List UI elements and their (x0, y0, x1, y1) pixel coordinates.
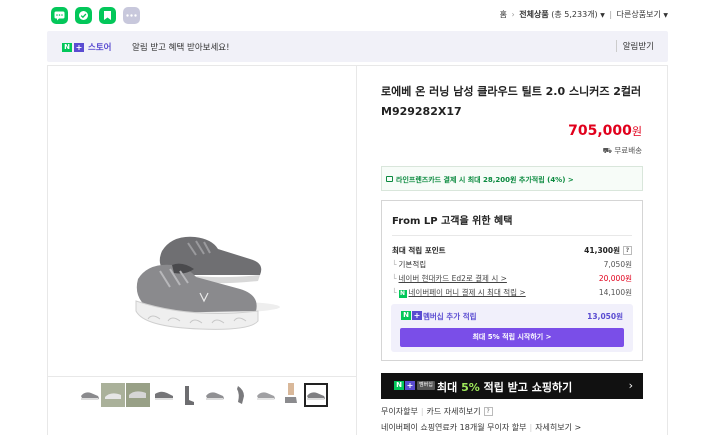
product-thumbnail-selected[interactable] (304, 383, 328, 407)
membership-value: 13,050원 (587, 312, 623, 321)
plus-logo: + (412, 311, 422, 320)
plus-logo: + (405, 381, 415, 390)
membership-logo: N + (401, 311, 422, 320)
store-favorite-icon[interactable] (75, 7, 92, 24)
benefit-row: └ 기본적립 7,050원 (392, 258, 632, 270)
other-shops-link[interactable]: 다른상품보기 (617, 10, 661, 19)
notice-message: 알림 받고 혜택 받아보세요! (132, 43, 230, 53)
product-thumbnail[interactable] (178, 383, 202, 407)
divider (392, 235, 632, 236)
top-bar: 홈 › 전체상품 (총 5,233개) ▼ | 다른상품보기 ▼ (0, 0, 720, 30)
chevron-right-icon: › (628, 379, 633, 392)
tree-branch-icon: └ (392, 273, 397, 283)
naverpay-installment-text: 네이버페이 쇼핑연료카 18개월 무이자 할부 (381, 423, 527, 432)
help-icon[interactable]: ? (483, 407, 493, 416)
card-promo-text: 라인프렌즈카드 결제 시 최대 28,200원 추가적립 (4%) > (396, 176, 574, 184)
subscribe-notification-button[interactable]: 알림받기 (615, 40, 654, 52)
separator: | (529, 423, 533, 432)
credit-card-icon (386, 176, 393, 182)
membership-tag: 멤버십 (417, 381, 435, 390)
installment-label: 무이자할부 (381, 407, 418, 416)
naver-n-logo: N (62, 42, 72, 52)
product-count: (총 5,233개) (551, 10, 598, 19)
bookmark-icon[interactable] (99, 7, 116, 24)
membership-label: 멤버십 추가 적립 (423, 312, 477, 321)
benefit-row-label: 기본적립 (398, 259, 427, 269)
benefit-row-value: 20,000원 (598, 273, 632, 283)
product-thumbnail[interactable] (279, 383, 303, 407)
card-promo-banner[interactable]: 라인프렌즈카드 결제 시 최대 28,200원 추가적립 (4%) > (381, 166, 643, 191)
tree-branch-icon: └ (392, 287, 397, 297)
tree-branch-icon: └ (392, 259, 397, 269)
plus-logo: + (74, 42, 84, 52)
more-icon[interactable] (123, 7, 140, 24)
chevron-down-icon[interactable]: ▼ (663, 12, 668, 19)
installment-details-link[interactable]: 자세히보기 > (535, 423, 581, 432)
promo-text-prefix: 최대 (437, 381, 462, 394)
naver-plus-store-logo: N + 스토어 (62, 41, 111, 53)
truck-icon: ⛟ (602, 146, 612, 155)
benefit-row-label-wrap: └ 기본적립 (392, 259, 426, 270)
product-thumbnail[interactable] (78, 383, 102, 407)
naver-n-logo: N (401, 311, 411, 320)
card-details-link[interactable]: 카드 자세히보기 (427, 407, 481, 416)
price-unit: 원 (631, 125, 642, 138)
membership-promo-text: 최대 5% 적립 받고 쇼핑하기 (437, 379, 572, 395)
benefit-row-value: 7,050원 (603, 259, 632, 269)
max-points-value-wrap: 41,300원? (584, 245, 632, 256)
product-thumbnail[interactable] (203, 383, 227, 407)
naver-n-logo: N (394, 381, 404, 390)
product-thumbnail[interactable] (126, 383, 150, 407)
benefit-row-value: 14,100원 (598, 287, 632, 297)
naver-pay-icon: N (398, 289, 407, 298)
product-thumbnail[interactable] (152, 383, 176, 407)
membership-box: N + 멤버십 추가 적립 13,050원 최대 5% 적립 시작하기 > (391, 304, 633, 352)
product-thumbnail[interactable] (254, 383, 278, 407)
max-points-value: 41,300원 (584, 245, 620, 255)
benefit-row: └ N 네이버페이 머니 결제 시 최대 적립 > 14,100원 (392, 286, 632, 298)
product-main-image[interactable] (100, 215, 300, 375)
promo-text-suffix: 적립 받고 쇼핑하기 (479, 381, 573, 394)
promo-highlight: 5% (461, 381, 480, 394)
talk-icon[interactable] (51, 7, 68, 24)
breadcrumb-separator: | (609, 10, 613, 19)
breadcrumb-home[interactable]: 홈 (500, 10, 507, 19)
benefit-title: From LP 고객을 위한 혜택 (392, 216, 513, 227)
store-logo-text: 스토어 (88, 43, 112, 53)
help-icon[interactable]: ? (623, 246, 632, 255)
benefit-row-label-wrap: └ N 네이버페이 머니 결제 시 최대 적립 > (392, 287, 526, 298)
product-title: 로에베 온 러닝 남성 클라우드 틸트 2.0 스니커즈 2컬러 M929282… (381, 85, 642, 118)
breadcrumb-all-products[interactable]: 전체상품 (519, 10, 548, 19)
installment-info: 무이자할부 | 카드 자세히보기? (381, 406, 493, 417)
installment-info-naverpay: 네이버페이 쇼핑연료카 18개월 무이자 할부 | 자세히보기 > (381, 422, 581, 433)
membership-start-button[interactable]: 최대 5% 적립 시작하기 > (400, 328, 624, 347)
chevron-down-icon[interactable]: ▼ (600, 12, 605, 19)
breadcrumb-separator: › (511, 10, 515, 19)
benefit-row-label-wrap: └ 네이버 현대카드 Ed2로 결제 시 > (392, 273, 507, 284)
shipping-label: 무료배송 (614, 146, 642, 155)
price-value: 705,000 (568, 123, 632, 139)
hyundai-card-link[interactable]: 네이버 현대카드 Ed2로 결제 시 > (399, 274, 507, 283)
store-notice-banner: N + 스토어 알림 받고 혜택 받아보세요! 알림받기 (47, 31, 668, 62)
max-points-row: 최대 적립 포인트 41,300원? (392, 244, 632, 256)
separator: | (420, 407, 424, 416)
product-price: 705,000원 (568, 123, 642, 139)
product-thumbnail[interactable] (101, 383, 125, 407)
max-points-label: 최대 적립 포인트 (392, 245, 446, 255)
naver-pay-money-link[interactable]: 네이버페이 머니 결제 시 최대 적립 > (409, 288, 526, 297)
breadcrumb: 홈 › 전체상품 (총 5,233개) ▼ | 다른상품보기 ▼ (500, 9, 668, 20)
product-thumbnail[interactable] (229, 383, 253, 407)
benefit-row: └ 네이버 현대카드 Ed2로 결제 시 > 20,000원 (392, 272, 632, 284)
membership-promo-banner[interactable]: N + 멤버십 최대 5% 적립 받고 쇼핑하기 › (381, 373, 643, 399)
shipping-info: ⛟ 무료배송 (603, 145, 642, 156)
membership-logo: N + 멤버십 (394, 381, 435, 390)
